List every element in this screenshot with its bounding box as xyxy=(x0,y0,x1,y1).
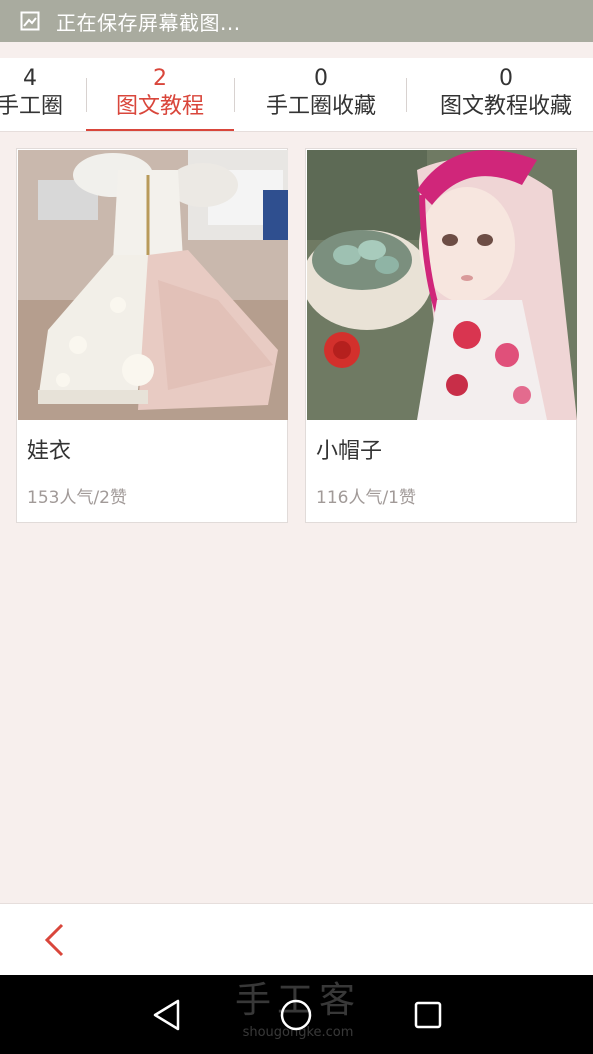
card-stats: 116人气/1赞 xyxy=(316,488,416,508)
tab-count: 0 xyxy=(314,66,328,91)
tab-tutorial-favorites[interactable]: 0 图文教程收藏 xyxy=(418,58,593,131)
card-title: 小帽子 xyxy=(316,439,383,464)
chevron-left-icon[interactable] xyxy=(36,922,72,958)
doll-dress-photo xyxy=(18,150,288,420)
tab-tutorials[interactable]: 2 图文教程 xyxy=(86,58,234,131)
tab-label: 手工圈收藏 xyxy=(265,94,376,119)
home-circle-icon[interactable] xyxy=(276,995,316,1035)
tutorial-card[interactable]: 小帽子 116人气/1赞 xyxy=(305,148,577,523)
tab-count: 2 xyxy=(153,66,167,91)
doll-hat-photo xyxy=(307,150,577,420)
back-triangle-icon[interactable] xyxy=(146,995,186,1035)
tab-label: 手工圈 xyxy=(0,94,63,119)
status-text: 正在保存屏幕截图... xyxy=(56,10,241,35)
tab-count: 0 xyxy=(499,66,513,91)
tab-divider xyxy=(406,78,407,112)
tab-strip: 4 手工圈 2 图文教程 0 手工圈收藏 0 图文教程收藏 xyxy=(0,58,593,132)
tutorial-card[interactable]: 娃衣 153人气/2赞 xyxy=(16,148,288,523)
tab-handcraft-favorites[interactable]: 0 手工圈收藏 xyxy=(236,58,406,131)
card-stats: 153人气/2赞 xyxy=(27,488,127,508)
screenshot-icon xyxy=(20,11,40,31)
card-title: 娃衣 xyxy=(27,439,72,464)
recents-square-icon[interactable] xyxy=(408,995,448,1035)
tab-label: 图文教程 xyxy=(115,94,204,119)
tab-label: 图文教程收藏 xyxy=(439,94,572,119)
tab-count: 4 xyxy=(23,66,37,91)
tab-handcraft-circle[interactable]: 4 手工圈 xyxy=(0,58,70,131)
system-nav-bar: 手工客 shougongke.com xyxy=(0,975,593,1054)
status-bar: 正在保存屏幕截图... xyxy=(0,0,593,42)
bottom-app-bar xyxy=(0,903,593,975)
tab-divider xyxy=(234,78,235,112)
